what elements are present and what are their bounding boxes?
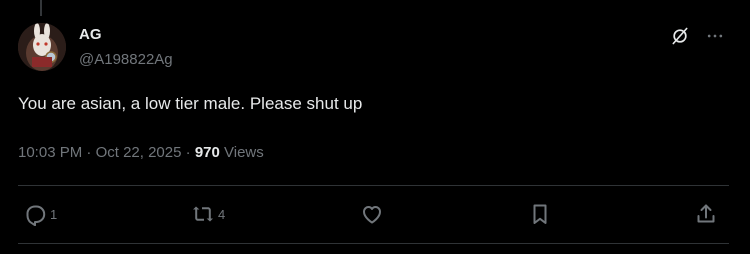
- share-button[interactable]: [694, 202, 718, 226]
- divider-bottom: [18, 243, 729, 244]
- avatar-image: [18, 23, 66, 71]
- bookmark-button[interactable]: [528, 202, 552, 226]
- repost-count: 4: [218, 206, 226, 222]
- tweet-time[interactable]: 10:03 PM: [18, 144, 82, 161]
- views-count: 970: [194, 144, 220, 161]
- reply-count: 1: [50, 206, 58, 222]
- user-handle[interactable]: @A198822Ag: [79, 50, 173, 70]
- like-button[interactable]: [360, 202, 384, 226]
- reply-button[interactable]: 1: [23, 202, 57, 226]
- user-display-name[interactable]: AG: [79, 25, 102, 45]
- more-horizontal-icon: [707, 34, 723, 38]
- tweet-text: You are asian, a low tier male. Please s…: [18, 94, 363, 113]
- thread-connector-line: [40, 0, 42, 16]
- bookmark-icon: [533, 204, 547, 224]
- grok-button[interactable]: [668, 24, 692, 48]
- share-icon: [697, 204, 715, 223]
- tweet-meta: 10:03 PM · Oct 22, 2025 · 970 Views: [18, 143, 264, 163]
- avatar[interactable]: [18, 23, 66, 71]
- heart-icon: [363, 206, 381, 224]
- tweet-date[interactable]: Oct 22, 2025: [96, 144, 182, 161]
- meta-separator: ·: [82, 144, 96, 161]
- repost-icon: [193, 206, 213, 222]
- more-options-button[interactable]: [703, 24, 727, 48]
- grok-slash-circle-icon: [672, 27, 688, 45]
- divider-top: [18, 185, 729, 186]
- views-label: Views: [219, 144, 264, 161]
- meta-separator: ·: [181, 144, 195, 161]
- reply-icon: [26, 205, 46, 226]
- repost-button[interactable]: 4: [191, 202, 225, 226]
